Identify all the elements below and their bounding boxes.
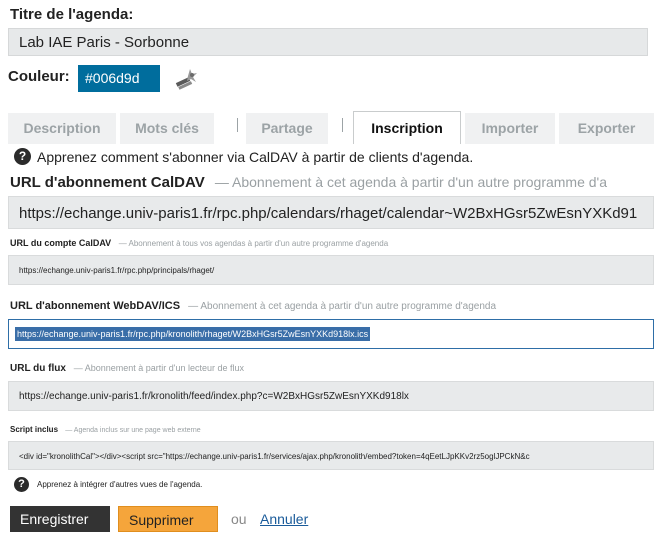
webdav-title: URL d'abonnement WebDAV/ICS: [10, 300, 181, 312]
script-embed-field[interactable]: <div id="kronolithCal"></div><script src…: [8, 441, 654, 470]
tab-separator: [237, 118, 238, 132]
tab-subscription[interactable]: Inscription: [353, 111, 461, 144]
webdav-section-header: URL d'abonnement WebDAV/ICS — Abonnement…: [10, 300, 496, 312]
tab-separator: [342, 118, 343, 132]
webdav-desc: — Abonnement à cet agenda à partir d'un …: [188, 301, 497, 312]
color-label: Couleur:: [8, 68, 70, 85]
script-section-header: Script inclus — Agenda inclus sur une pa…: [10, 425, 201, 434]
calendar-title-input[interactable]: Lab IAE Paris - Sorbonne: [8, 28, 648, 56]
account-title: URL du compte CalDAV: [10, 238, 112, 248]
script-desc: — Agenda inclus sur une page web externe: [65, 427, 201, 434]
embed-help-text[interactable]: Apprenez à intégrer d'autres vues de l'a…: [37, 480, 202, 489]
calendar-title-label: Titre de l'agenda:: [10, 6, 134, 23]
feed-url-field[interactable]: https://echange.univ-paris1.fr/kronolith…: [8, 381, 654, 411]
feed-desc: — Abonnement à partir d'un lecteur de fl…: [73, 363, 245, 373]
tab-bar: Description Mots clés Partage Inscriptio…: [8, 111, 654, 144]
save-button[interactable]: Enregistrer: [10, 506, 110, 532]
tab-sharing[interactable]: Partage: [246, 113, 328, 144]
caldav-section-header: URL d'abonnement CalDAV — Abonnement à c…: [10, 174, 607, 191]
script-title: Script inclus: [10, 425, 59, 434]
caldav-desc: — Abonnement à cet agenda à partir d'un …: [214, 174, 608, 190]
color-picker-icon[interactable]: [174, 66, 200, 90]
webdav-url-selected[interactable]: https://echange.univ-paris1.fr/rpc.php/k…: [15, 327, 371, 341]
or-label: ou: [231, 511, 247, 527]
webdav-url-field[interactable]: https://echange.univ-paris1.fr/rpc.php/k…: [8, 319, 654, 349]
feed-section-header: URL du flux — Abonnement à partir d'un l…: [10, 363, 244, 374]
feed-title: URL du flux: [10, 363, 66, 374]
account-desc: — Abonnement à tous vos agendas à partir…: [118, 239, 389, 248]
caldav-url-field[interactable]: https://echange.univ-paris1.fr/rpc.php/c…: [8, 196, 654, 229]
account-section-header: URL du compte CalDAV — Abonnement à tous…: [10, 238, 388, 248]
color-input[interactable]: #006d9d: [78, 65, 160, 92]
delete-button[interactable]: Supprimer: [118, 506, 218, 532]
caldav-title: URL d'abonnement CalDAV: [10, 174, 205, 191]
account-url-field[interactable]: https://echange.univ-paris1.fr/rpc.php/p…: [8, 255, 654, 285]
tab-description[interactable]: Description: [8, 113, 116, 144]
cancel-link[interactable]: Annuler: [260, 511, 308, 527]
embed-help: ? Apprenez à intégrer d'autres vues de l…: [14, 477, 202, 492]
caldav-help: ? Apprenez comment s'abonner via CalDAV …: [14, 148, 473, 165]
tab-keywords[interactable]: Mots clés: [120, 113, 214, 144]
caldav-help-text[interactable]: Apprenez comment s'abonner via CalDAV à …: [37, 149, 473, 165]
question-icon[interactable]: ?: [14, 477, 29, 492]
tab-export[interactable]: Exporter: [559, 113, 654, 144]
tab-import[interactable]: Importer: [465, 113, 555, 144]
question-icon[interactable]: ?: [14, 148, 31, 165]
